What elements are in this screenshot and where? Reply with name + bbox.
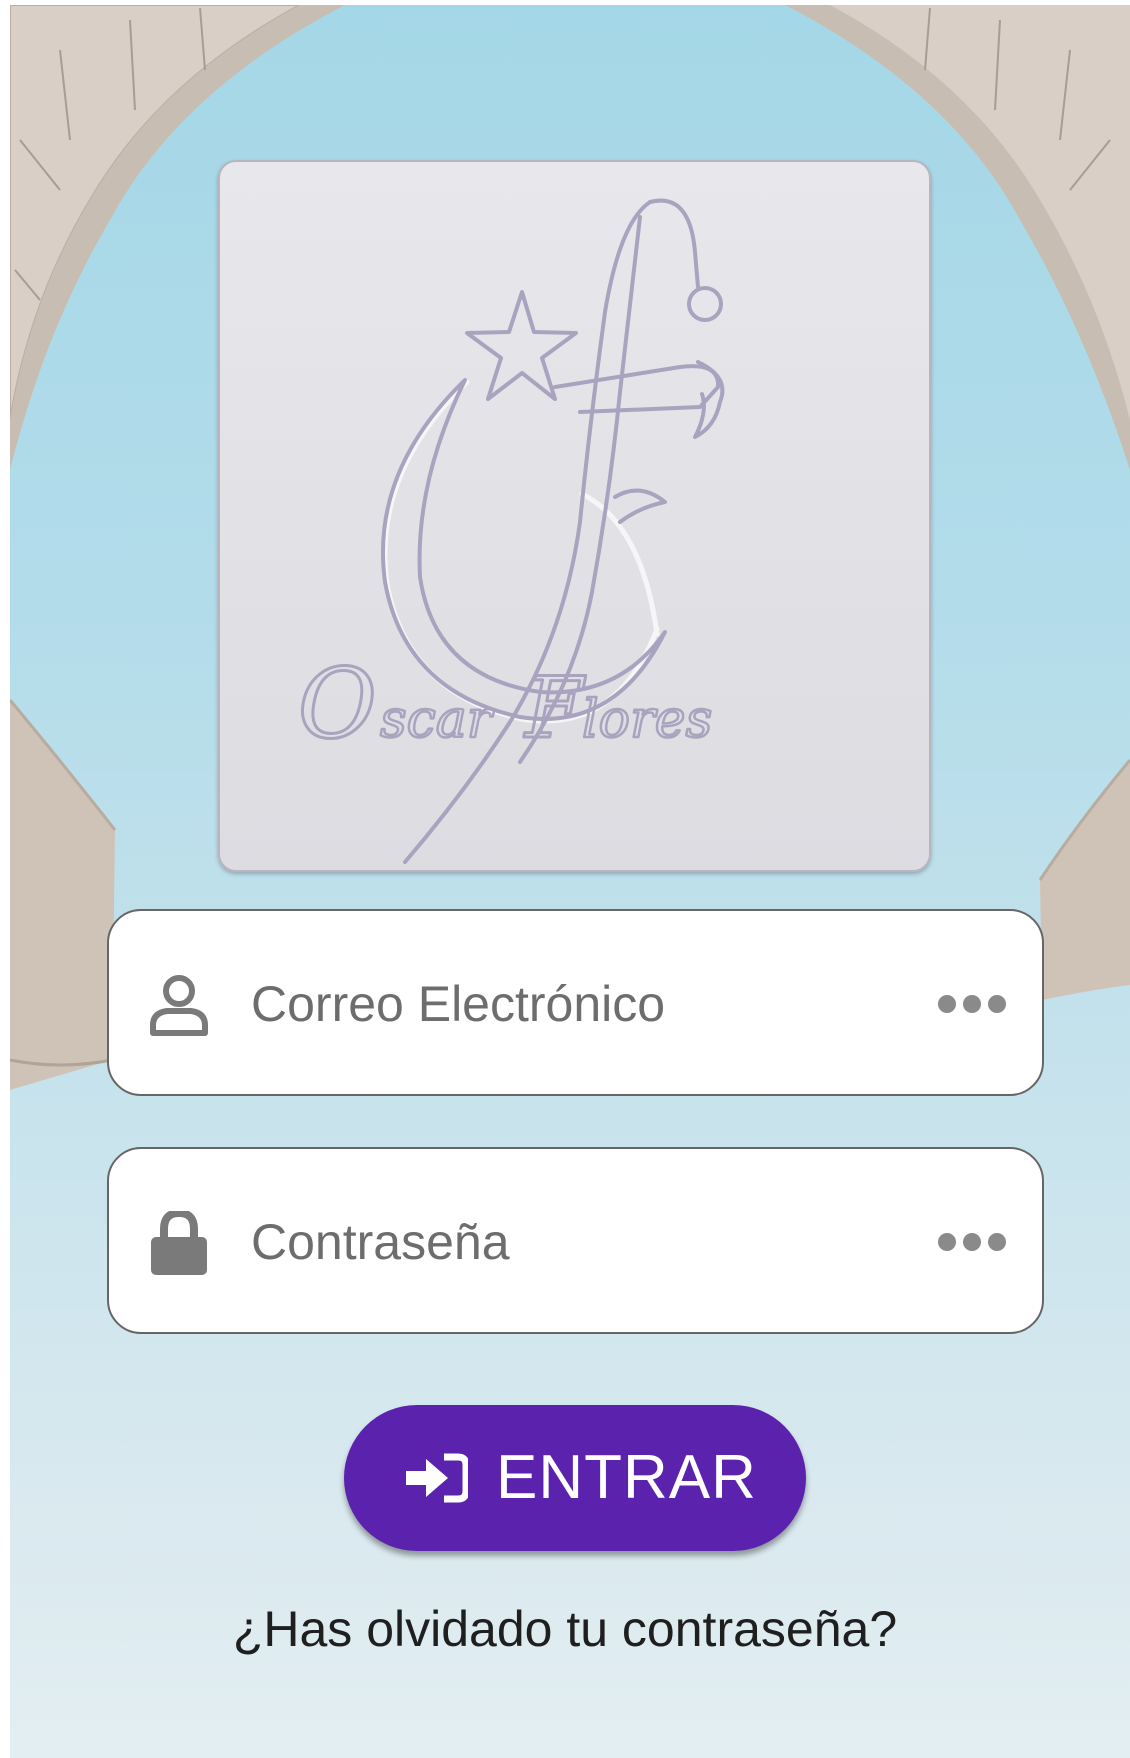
email-field[interactable]	[107, 909, 1044, 1096]
logo-wordmark: O	[298, 648, 379, 760]
top-edge	[0, 0, 1130, 5]
email-input[interactable]	[251, 951, 871, 1056]
svg-text:lores: lores	[582, 690, 712, 750]
login-screen: O scar F lores Correo Electrónico ENTRAR…	[0, 0, 1130, 1758]
enter-button-label: ENTRAR	[496, 1443, 757, 1512]
enter-button[interactable]: ENTRAR	[344, 1405, 806, 1551]
svg-text:F: F	[523, 659, 586, 757]
sword-icon	[403, 200, 652, 864]
forgot-password-link[interactable]: ¿Has olvidado tu contraseña?	[0, 1600, 1130, 1658]
more-dots-icon[interactable]	[936, 1231, 1008, 1253]
lock-icon	[151, 1211, 207, 1275]
logo-card: O scar F lores	[218, 160, 931, 872]
left-edge	[0, 0, 10, 1758]
password-field[interactable]	[107, 1147, 1044, 1334]
brand-logo: O scar F lores	[297, 198, 725, 864]
password-input[interactable]	[251, 1189, 871, 1294]
svg-text:scar: scar	[380, 690, 495, 750]
star-icon	[465, 290, 578, 401]
more-dots-icon[interactable]	[936, 993, 1008, 1015]
login-icon	[406, 1453, 468, 1503]
user-icon	[150, 975, 208, 1036]
